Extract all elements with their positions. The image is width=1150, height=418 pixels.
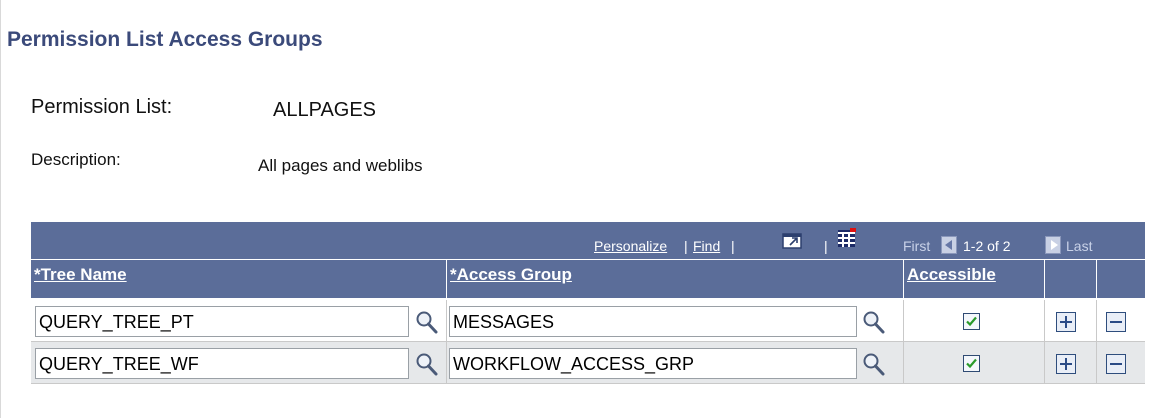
table-row: QUERY_TREE_PT MESSAGES [31,300,1145,342]
column-divider [1044,300,1045,342]
column-divider [446,300,447,342]
accessible-checkbox[interactable] [963,313,980,330]
last-label[interactable]: Last [1066,238,1092,254]
access-groups-grid: Personalize | Find | | First 1-2 of 2 La… [31,222,1145,410]
column-divider [903,300,904,342]
permission-list-value: ALLPAGES [273,99,377,121]
delete-row-button[interactable] [1106,312,1126,332]
column-divider [1044,342,1045,384]
access-group-input[interactable]: MESSAGES [449,306,857,337]
toolbar-separator: | [731,238,735,254]
column-header-add [1044,260,1096,298]
delete-row-button[interactable] [1106,354,1126,374]
row-range-text: 1-2 of 2 [963,238,1011,254]
column-header-accessible[interactable]: Accessible [903,260,1044,298]
add-row-button[interactable] [1056,312,1076,332]
description-label: Description: [31,150,121,169]
view-all-icon[interactable] [782,230,804,253]
toolbar-separator: | [824,238,828,254]
previous-arrow-icon[interactable] [941,236,957,254]
page: Permission List Access Groups Permission… [0,0,1150,418]
find-link[interactable]: Find [693,238,720,254]
column-divider [1096,300,1097,342]
lookup-icon[interactable] [862,309,886,335]
next-arrow-icon[interactable] [1045,236,1061,254]
column-header-tree-name[interactable]: *Tree Name [31,260,446,298]
download-spreadsheet-icon[interactable] [837,228,857,251]
permission-list-label: Permission List: [31,96,173,118]
tree-name-input[interactable]: QUERY_TREE_WF [35,348,409,379]
access-group-input[interactable]: WORKFLOW_ACCESS_GRP [449,348,857,379]
accessible-checkbox[interactable] [963,355,980,372]
column-header-access-group[interactable]: *Access Group [446,260,903,298]
column-divider [446,342,447,384]
first-label[interactable]: First [903,238,930,254]
column-divider [1096,342,1097,384]
toolbar-separator: | [684,238,688,254]
tree-name-input[interactable]: QUERY_TREE_PT [35,306,409,337]
checkmark-icon [966,316,977,327]
column-divider [903,342,904,384]
add-row-button[interactable] [1056,354,1076,374]
lookup-icon[interactable] [862,351,886,377]
lookup-icon[interactable] [415,309,439,335]
page-title: Permission List Access Groups [7,28,323,51]
personalize-link[interactable]: Personalize [594,238,667,254]
table-row: QUERY_TREE_WF WORKFLOW_ACCESS_GRP [31,342,1145,384]
lookup-icon[interactable] [415,351,439,377]
grid-header-row: *Tree Name *Access Group Accessible [31,260,1145,298]
description-value: All pages and weblibs [258,156,423,175]
grid-navigation-bar: Personalize | Find | | First 1-2 of 2 La… [31,222,1145,259]
checkmark-icon [966,358,977,369]
column-header-delete [1096,260,1145,298]
